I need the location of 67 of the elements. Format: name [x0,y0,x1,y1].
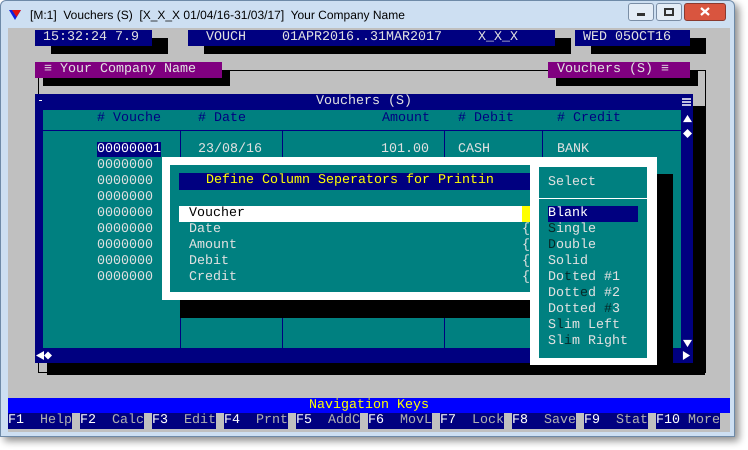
status-text: X_X_X [478,30,518,46]
function-key[interactable]: F1 Help [8,413,72,429]
separator-item[interactable]: Amount { [179,238,532,254]
column-header: # Credit [556,110,622,128]
separator-item[interactable]: Debit { [179,254,532,270]
app-icon [9,8,21,20]
column-header: # Date [197,110,247,128]
minimize-button[interactable] [628,2,654,20]
select-option[interactable]: Solid [548,254,638,270]
table-cell: CASH [458,142,490,157]
table-title: Vouchers (S) [316,94,412,110]
select-option[interactable]: Single [548,222,638,238]
function-key[interactable]: F4 Prnt [224,413,288,429]
separator-item[interactable]: Credit { [179,270,532,286]
table-cell: 00000001 [97,142,161,157]
status-text: 15:32:24 7.9 [43,30,139,46]
table-cell: 0000000 [97,158,153,173]
select-title: Select [548,175,597,191]
table-cell: 0000000 [97,222,153,237]
column-header: Amount [381,110,431,128]
function-key[interactable]: F7 Lock [440,413,504,429]
table-cell: 0000000 [97,238,153,253]
column-header: # Vouche [96,110,162,128]
select-option[interactable]: Dotted #1 [548,270,638,286]
function-key[interactable]: F10 More [656,413,720,429]
function-key[interactable]: F2 Calc [80,413,144,429]
status-text: WED 05OCT16 [583,30,671,46]
separator-value: { [522,254,531,270]
table-cell: 101.00 [381,142,429,157]
status-text: VOUCH [206,30,246,46]
select-option[interactable]: Dotted #3 [548,302,638,318]
maximize-button[interactable] [656,2,682,20]
scroll-down-icon[interactable] [682,339,692,348]
dialog-title: Define Column Seperators for Printin [206,173,494,188]
function-key[interactable]: F6 MovL [368,413,432,429]
navigation-title: Navigation Keys [309,398,429,413]
separator-item[interactable]: Date { [179,222,532,238]
select-option[interactable]: Double [548,238,638,254]
scroll-left-icon[interactable] [36,351,52,360]
function-key[interactable]: F9 Stat [584,413,648,429]
function-key[interactable]: F5 AddC [296,413,360,429]
close-button[interactable] [684,2,726,20]
select-option[interactable]: Blank [548,206,638,222]
function-key[interactable]: F8 Save [512,413,576,429]
function-key[interactable]: F3 Edit [152,413,216,429]
select-option[interactable]: Slim Right [548,334,638,350]
table-cell: 0000000 [97,174,153,189]
table-cell: 23/08/16 [198,142,262,157]
status-text: 01APR2016..31MAR2017 [282,30,442,46]
separator-value: { [522,222,531,238]
menu-icon[interactable] [682,98,691,106]
separator-item[interactable]: Voucher [179,206,532,222]
table-cell: 0000000 [97,254,153,269]
separator-value: { [522,238,531,254]
column-header: # Debit [457,110,515,128]
window-title: [M:1] Vouchers (S) [X_X_X 01/04/16-31/03/17] Your Company Name [30,6,405,24]
select-option[interactable]: Dotted #2 [548,286,638,302]
table-cell: 0000000 [97,270,153,285]
table-cell: 0000000 [97,190,153,205]
table-cell: 0000000 [97,206,153,221]
scroll-up-icon[interactable] [682,114,692,123]
scroll-right-icon[interactable] [682,351,691,360]
select-option[interactable]: Slim Left [548,318,638,334]
close-icon [700,7,710,16]
table-cell: BANK [557,142,589,157]
separator-value: { [522,270,531,286]
scroll-thumb-icon[interactable] [682,129,692,138]
